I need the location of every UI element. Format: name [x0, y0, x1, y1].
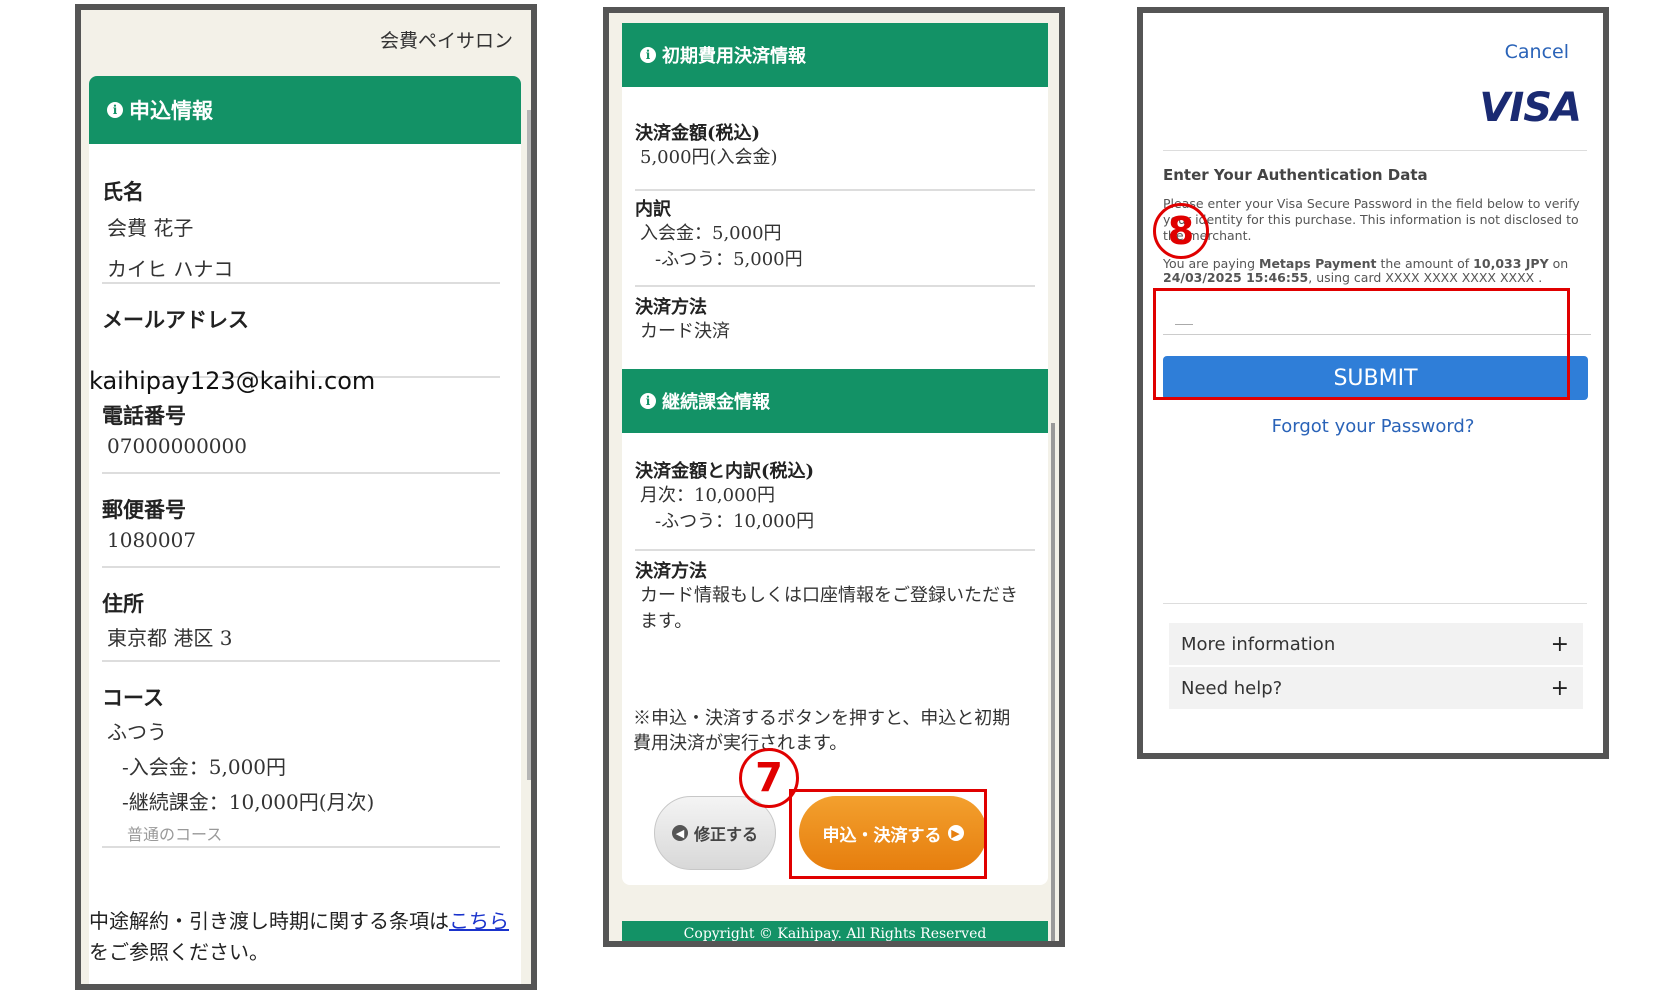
- divider: [102, 846, 500, 848]
- recurring-payment-title: 継続課金情報: [662, 392, 770, 413]
- breakdown-line: -ふつう：5,000円: [655, 249, 803, 270]
- email-field: メールアドレス: [102, 304, 510, 334]
- site-title: 会費ペイサロン: [379, 30, 513, 52]
- back-button-label: 修正する: [693, 825, 758, 844]
- divider: [102, 566, 500, 568]
- name-label: 氏名: [102, 179, 144, 204]
- address-label: 住所: [102, 591, 144, 616]
- visa-auth-panel: Cancel VISA Enter Your Authentication Da…: [1137, 7, 1609, 759]
- breakdown-label: 内訳: [635, 199, 671, 220]
- info-circle-icon: i: [640, 393, 656, 409]
- plus-icon: +: [1550, 631, 1569, 657]
- method-section: 決済方法 カード決済: [635, 293, 1035, 345]
- back-button[interactable]: ◀ 修正する: [654, 796, 776, 870]
- notice-prefix: 中途解約・引き渡し時期に関する条項は: [89, 909, 449, 933]
- paying-middle: the amount of: [1376, 256, 1474, 271]
- copyright-footer: Copyright © Kaihipay. All Rights Reserve…: [622, 921, 1048, 941]
- divider: [635, 549, 1035, 551]
- more-information-accordion[interactable]: More information +: [1169, 623, 1583, 665]
- divider: [635, 285, 1035, 287]
- divider: [102, 282, 500, 284]
- visa-logo: VISA: [1479, 85, 1582, 131]
- postal-field: 郵便番号 1080007: [102, 494, 510, 552]
- address-value: 東京都 港区 3: [107, 626, 233, 650]
- recurring-section: 決済金額と内訳(税込) 月次：10,000円 -ふつう：10,000円: [635, 457, 1035, 535]
- forgot-password-link[interactable]: Forgot your Password?: [1143, 416, 1603, 437]
- paying-on: on: [1548, 256, 1569, 271]
- email-label: メールアドレス: [102, 307, 249, 332]
- breakdown-section: 内訳 入会金：5,000円 -ふつう：5,000円: [635, 195, 1035, 273]
- recurring-payment-header: i 継続課金情報: [622, 369, 1048, 433]
- need-help-label: Need help?: [1181, 677, 1283, 699]
- course-value: ふつう: [107, 720, 167, 744]
- submit-note: ※申込・決済するボタンを押すと、申込と初期費用決済が実行されます。: [633, 708, 1011, 754]
- email-value: kaihipay123@kaihi.com: [89, 367, 376, 395]
- recurring-label: 決済金額と内訳(税込): [635, 461, 815, 482]
- divider: [635, 189, 1035, 191]
- paying-card: , using card XXXX XXXX XXXX XXXX .: [1308, 270, 1543, 285]
- course-fee-entry: -入会金：5,000円: [122, 755, 287, 779]
- address-field: 住所 東京都 港区 3: [102, 588, 510, 651]
- method-value: カード決済: [640, 321, 730, 342]
- highlight-box: [789, 789, 987, 879]
- notice-suffix: をご参照ください。: [89, 940, 269, 964]
- postal-label: 郵便番号: [102, 497, 186, 522]
- terms-link[interactable]: こちら: [449, 909, 509, 933]
- recurring-line: 月次：10,000円: [640, 485, 775, 506]
- initial-payment-title: 初期費用決済情報: [662, 46, 806, 67]
- method2-section: 決済方法 カード情報もしくは口座情報をご登録いただきます。: [635, 557, 1035, 635]
- step-marker-7: 7: [739, 748, 799, 808]
- name-field: 氏名 会費 花子 カイヒ ハナコ: [102, 176, 510, 282]
- more-information-label: More information: [1181, 633, 1336, 655]
- auth-description: Please enter your Visa Secure Password i…: [1163, 196, 1580, 243]
- divider: [102, 660, 500, 662]
- method2-label: 決済方法: [635, 561, 707, 582]
- application-card: i 申込情報 氏名 会費 花子 カイヒ ハナコ メールアドレス 電話番号 070…: [89, 76, 521, 984]
- divider: [1163, 150, 1587, 151]
- phone-label: 電話番号: [102, 403, 186, 428]
- course-field: コース ふつう -入会金：5,000円 -継続課金：10,000円(月次) 普通…: [102, 682, 510, 845]
- arrow-left-circle-icon: ◀: [671, 825, 688, 841]
- payment-amount: 10,033 JPY: [1473, 256, 1549, 271]
- phone-field: 電話番号 07000000000: [102, 400, 510, 458]
- cancel-link[interactable]: Cancel: [1505, 41, 1569, 63]
- method2-value: カード情報もしくは口座情報をご登録いただきます。: [640, 585, 1018, 632]
- amount-section: 決済金額(税込) 5,000円(入会金): [635, 119, 1035, 171]
- auth-title: Enter Your Authentication Data: [1163, 166, 1428, 184]
- postal-value: 1080007: [107, 528, 197, 552]
- plus-icon: +: [1550, 675, 1569, 701]
- amount-value: 5,000円(入会金): [640, 147, 778, 168]
- need-help-accordion[interactable]: Need help? +: [1169, 667, 1583, 709]
- method-label: 決済方法: [635, 297, 707, 318]
- info-circle-icon: i: [107, 102, 123, 118]
- scrollbar[interactable]: [527, 110, 531, 780]
- application-info-panel: 会費ペイサロン i 申込情報 氏名 会費 花子 カイヒ ハナコ メールアドレス …: [75, 4, 537, 990]
- step-marker-8: 8: [1153, 203, 1209, 259]
- initial-payment-header: i 初期費用決済情報: [622, 23, 1048, 87]
- info-circle-icon: i: [640, 47, 656, 63]
- name-value: 会費 花子: [107, 216, 194, 240]
- merchant-name: Metaps Payment: [1259, 256, 1377, 271]
- breakdown-line: 入会金：5,000円: [640, 223, 782, 244]
- section-title: 申込情報: [129, 98, 213, 123]
- highlight-box: [1153, 288, 1570, 400]
- payment-summary: You are paying Metaps Payment the amount…: [1163, 257, 1588, 285]
- course-fee-recurring: -継続課金：10,000円(月次): [122, 790, 375, 814]
- course-description: 普通のコース: [127, 825, 223, 844]
- payment-datetime: 24/03/2025 15:46:55: [1163, 270, 1309, 285]
- terms-notice: 中途解約・引き渡し時期に関する条項はこちらをご参照ください。: [89, 906, 519, 968]
- course-label: コース: [102, 685, 164, 710]
- payment-info-panel: i 初期費用決済情報 決済金額(税込) 5,000円(入会金) 内訳 入会金：5…: [603, 7, 1065, 947]
- scrollbar[interactable]: [1051, 423, 1055, 941]
- amount-label: 決済金額(税込): [635, 123, 761, 144]
- phone-value: 07000000000: [107, 434, 247, 458]
- section-header: i 申込情報: [89, 76, 521, 144]
- recurring-line: -ふつう：10,000円: [655, 511, 815, 532]
- divider: [102, 472, 500, 474]
- divider: [1163, 603, 1587, 604]
- name-kana-value: カイヒ ハナコ: [107, 257, 234, 281]
